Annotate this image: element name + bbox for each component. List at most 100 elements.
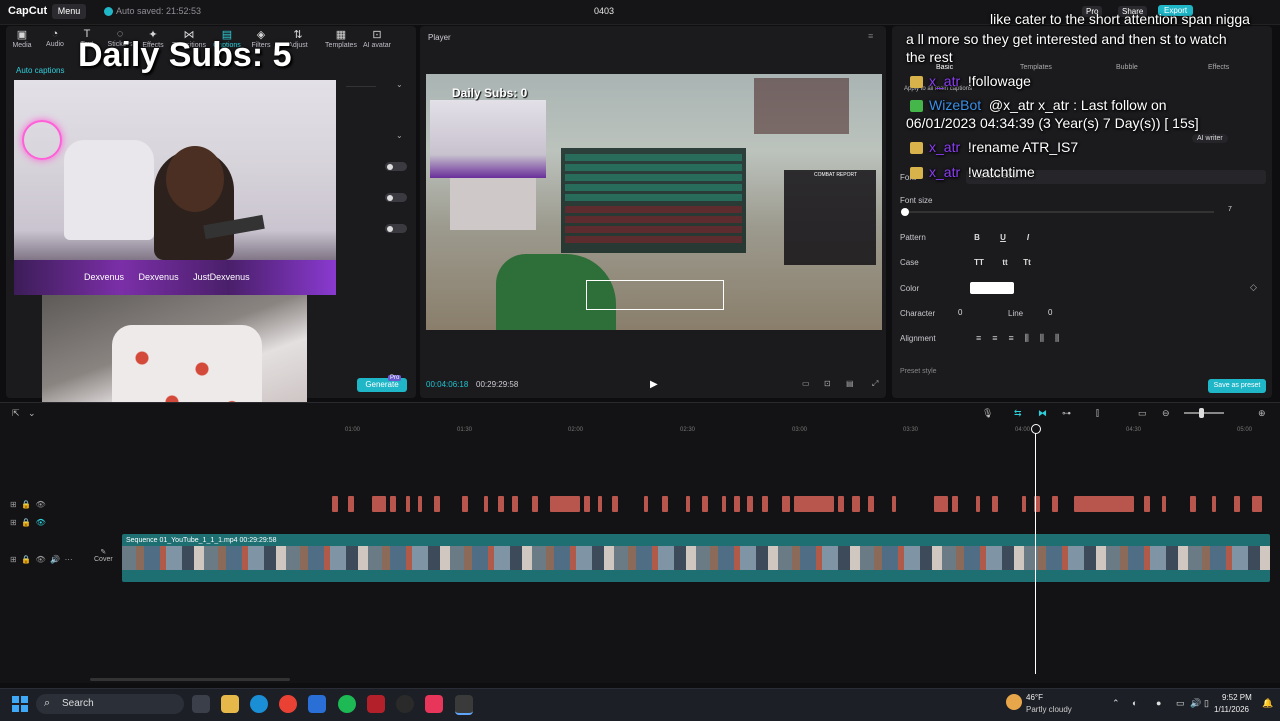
- case-upper-button[interactable]: TT: [972, 257, 986, 269]
- taskbar-search[interactable]: [36, 694, 184, 714]
- character-spacing-input[interactable]: 0: [958, 308, 962, 317]
- font-size-input[interactable]: 7: [1228, 206, 1258, 218]
- weather-description[interactable]: Partly cloudy: [1026, 705, 1072, 714]
- bold-button[interactable]: B: [970, 232, 984, 244]
- tool-ai-avatar[interactable]: ⊡ AI avatar: [360, 28, 394, 49]
- timeline-scrollbar[interactable]: [90, 678, 290, 681]
- caption-clip[interactable]: [1212, 496, 1216, 512]
- tab-bubble[interactable]: Bubble: [1116, 64, 1138, 71]
- caption-clip[interactable]: [1144, 496, 1150, 512]
- caption-clip[interactable]: [498, 496, 504, 512]
- volume-icon[interactable]: 🔊: [1190, 698, 1201, 709]
- tiktok-icon[interactable]: [425, 695, 443, 713]
- caption-clip[interactable]: [952, 496, 958, 512]
- menu-button[interactable]: Menu: [52, 4, 86, 19]
- task-view-icon[interactable]: [192, 695, 210, 713]
- spotify-icon[interactable]: [338, 695, 356, 713]
- crop-icon[interactable]: ⊡: [824, 379, 831, 388]
- color-picker[interactable]: [970, 282, 1014, 294]
- streamer-app-icon[interactable]: [367, 695, 385, 713]
- tray-app-icon[interactable]: ◐: [1132, 698, 1137, 708]
- caption-clip[interactable]: [332, 496, 338, 512]
- ai-writer-button[interactable]: AI writer: [1192, 134, 1228, 143]
- caption-clip[interactable]: [734, 496, 740, 512]
- underline-button[interactable]: U: [996, 232, 1010, 244]
- caption-clip[interactable]: [418, 496, 422, 512]
- case-title-button[interactable]: Tt: [1020, 257, 1034, 269]
- caption-clip[interactable]: [1052, 496, 1058, 512]
- capcut-icon[interactable]: [455, 695, 473, 715]
- video-clip[interactable]: [122, 534, 1270, 582]
- ratio-icon[interactable]: ▤: [846, 379, 854, 388]
- chevron-down-icon[interactable]: ⌄: [396, 131, 403, 140]
- project-name[interactable]: 0403: [594, 6, 614, 16]
- chrome-icon[interactable]: [279, 695, 297, 713]
- caption-clip[interactable]: [992, 496, 998, 512]
- zoom-knob[interactable]: [1199, 408, 1204, 418]
- caption-selection-box[interactable]: [586, 280, 724, 310]
- caption-clip[interactable]: [838, 496, 844, 512]
- caption-clip[interactable]: [702, 496, 708, 512]
- caption-clip[interactable]: [598, 496, 602, 512]
- line-spacing-input[interactable]: 0: [1048, 308, 1052, 317]
- tool-audio[interactable]: ◔ Audio: [38, 28, 72, 48]
- caption-clip[interactable]: [462, 496, 468, 512]
- caption-clip[interactable]: [532, 496, 538, 512]
- caption-track[interactable]: [122, 496, 1270, 512]
- caption-clip[interactable]: [782, 496, 790, 512]
- option-toggle[interactable]: [385, 162, 407, 171]
- caption-clip[interactable]: [762, 496, 768, 512]
- caption-clip[interactable]: [348, 496, 354, 512]
- text-track-controls[interactable]: ⊞ 🔒 👁: [10, 500, 46, 509]
- tool-media[interactable]: ▣ Media: [5, 28, 39, 49]
- caption-clip[interactable]: [434, 496, 440, 512]
- caption-clip[interactable]: [794, 496, 834, 512]
- alignment-icons[interactable]: ≡≡≡⫼⫼⫼: [976, 333, 1070, 344]
- playhead[interactable]: [1035, 426, 1036, 674]
- caption-clip[interactable]: [1252, 496, 1262, 512]
- caption-clip[interactable]: [512, 496, 518, 512]
- caption-clip[interactable]: [747, 496, 753, 512]
- caption-icon[interactable]: ▭: [1138, 408, 1147, 419]
- aspect-ratio-icon[interactable]: ▭: [802, 379, 810, 388]
- language-dropdown[interactable]: [346, 86, 376, 87]
- vscode-icon[interactable]: [308, 695, 326, 713]
- weather-icon[interactable]: [1006, 694, 1022, 710]
- edge-icon[interactable]: [250, 695, 268, 713]
- tray-record-icon[interactable]: ●: [1156, 698, 1161, 708]
- caption-clip[interactable]: [612, 496, 618, 512]
- snap-icon[interactable]: ⧓: [1038, 408, 1047, 419]
- select-tool-icon[interactable]: ⇱: [12, 408, 20, 419]
- caption-clip[interactable]: [644, 496, 648, 512]
- option-toggle[interactable]: [385, 193, 407, 202]
- caption-clip[interactable]: [976, 496, 980, 512]
- save-preset-button[interactable]: Save as preset: [1208, 379, 1266, 393]
- caption-clip[interactable]: [722, 496, 726, 512]
- zoom-in-icon[interactable]: ⊕: [1258, 408, 1266, 419]
- caption-clip[interactable]: [584, 496, 590, 512]
- caption-clip[interactable]: [1022, 496, 1026, 512]
- player-menu-icon[interactable]: ≡: [868, 31, 873, 41]
- auto-captions-tab[interactable]: Auto captions: [16, 66, 64, 75]
- link-icon[interactable]: ⇆: [1014, 408, 1022, 419]
- track-controls[interactable]: ⊞ 🔒 👁: [10, 518, 46, 527]
- caption-clip[interactable]: [484, 496, 488, 512]
- case-lower-button[interactable]: tt: [998, 257, 1012, 269]
- chevron-up-icon[interactable]: ⌃: [1112, 698, 1120, 709]
- zoom-out-icon[interactable]: ⊖: [1162, 408, 1170, 419]
- option-toggle[interactable]: [385, 224, 407, 233]
- fullscreen-icon[interactable]: ⤢: [872, 379, 878, 389]
- caption-clip[interactable]: [934, 496, 948, 512]
- split-view-icon[interactable]: ⫿: [1096, 408, 1099, 419]
- clock-time[interactable]: 9:52 PM: [1222, 693, 1252, 702]
- chevron-down-icon[interactable]: ⌄: [28, 408, 36, 419]
- playhead-handle[interactable]: [1031, 424, 1041, 434]
- weather-temperature[interactable]: 46°F: [1026, 693, 1043, 702]
- caption-clip[interactable]: [686, 496, 690, 512]
- italic-button[interactable]: I: [1021, 232, 1035, 244]
- caption-clip[interactable]: [550, 496, 580, 512]
- caption-clip[interactable]: [868, 496, 874, 512]
- zoom-slider[interactable]: [1184, 412, 1224, 414]
- font-size-slider[interactable]: [904, 211, 1214, 213]
- caption-clip[interactable]: [1074, 496, 1134, 512]
